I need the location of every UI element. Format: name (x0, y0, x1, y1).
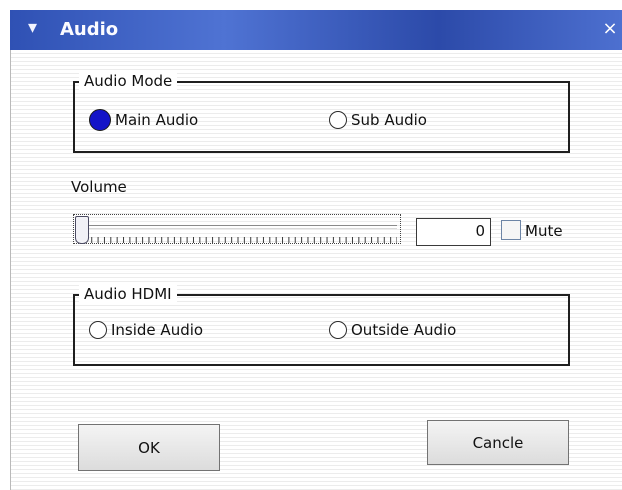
main-audio-label: Main Audio (115, 111, 199, 129)
audio-mode-legend: Audio Mode (79, 71, 178, 91)
volume-value-field[interactable]: 0 (416, 218, 491, 246)
cancel-button[interactable]: Cancle (427, 420, 569, 465)
ok-button[interactable]: OK (78, 424, 220, 471)
main-audio-radio[interactable]: Main Audio (89, 108, 198, 132)
main-audio-radio-dot[interactable] (89, 109, 111, 131)
close-icon[interactable]: × (601, 19, 619, 39)
slider-thumb[interactable] (75, 216, 89, 244)
volume-label: Volume (71, 178, 127, 196)
window-title: Audio (60, 19, 119, 40)
mute-checkbox[interactable] (501, 220, 521, 240)
sub-audio-radio-dot[interactable] (329, 111, 347, 129)
audio-mode-group: Audio Mode Main Audio Sub Audio (73, 71, 570, 153)
audio-hdmi-group: Audio HDMI Inside Audio Outside Audio (73, 284, 570, 366)
slider-track[interactable] (79, 225, 397, 229)
audio-dialog: ▾ Audio × Audio Mode Main Audio Sub Audi… (0, 0, 622, 490)
volume-slider[interactable] (73, 210, 403, 248)
window-icon: ▾ (28, 17, 38, 38)
inside-audio-radio[interactable]: Inside Audio (89, 318, 203, 342)
outside-audio-radio[interactable]: Outside Audio (329, 318, 456, 342)
inside-audio-radio-dot[interactable] (89, 321, 107, 339)
slider-ticks (79, 237, 397, 243)
inside-audio-label: Inside Audio (111, 321, 204, 339)
sub-audio-radio[interactable]: Sub Audio (329, 108, 427, 132)
sub-audio-label: Sub Audio (351, 111, 427, 129)
title-bar[interactable]: ▾ Audio × (10, 10, 622, 50)
outside-audio-radio-dot[interactable] (329, 321, 347, 339)
audio-hdmi-legend: Audio HDMI (79, 284, 177, 304)
dialog-body: Audio Mode Main Audio Sub Audio Volume 0… (10, 50, 622, 490)
outside-audio-label: Outside Audio (351, 321, 457, 339)
mute-label: Mute (525, 222, 563, 240)
